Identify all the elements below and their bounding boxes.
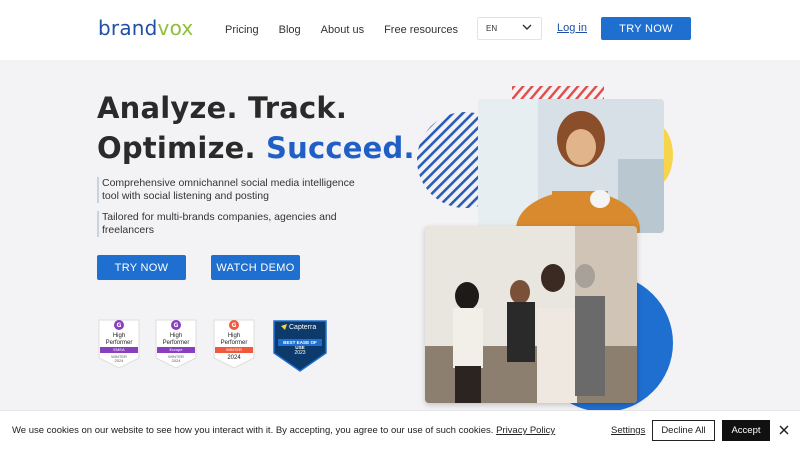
privacy-policy-link[interactable]: Privacy Policy bbox=[496, 425, 555, 436]
cookie-text: We use cookies on our website to see how… bbox=[12, 425, 494, 436]
hero-decoration bbox=[417, 86, 673, 412]
team-photo-image bbox=[425, 226, 637, 403]
woman-photo-image bbox=[478, 99, 664, 233]
cookie-settings-link[interactable]: Settings bbox=[611, 425, 645, 436]
photo-team-meeting bbox=[425, 226, 637, 403]
decline-all-button[interactable]: Decline All bbox=[652, 420, 715, 441]
close-icon[interactable] bbox=[778, 424, 790, 436]
accept-button[interactable]: Accept bbox=[722, 420, 770, 441]
cookie-banner: We use cookies on our website to see how… bbox=[0, 410, 800, 450]
red-striped-band bbox=[512, 86, 604, 100]
photo-smiling-woman bbox=[478, 99, 664, 233]
cookie-message: We use cookies on our website to see how… bbox=[12, 425, 555, 436]
